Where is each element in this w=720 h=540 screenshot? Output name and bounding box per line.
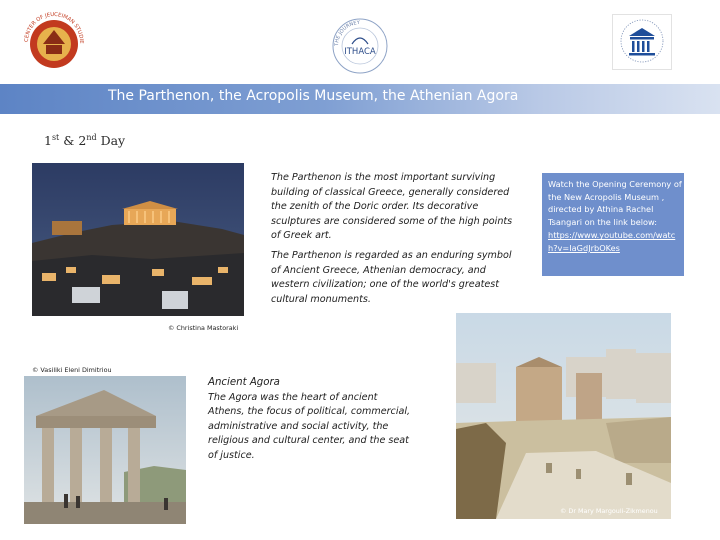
ithaca-logo: THE JOURNEY ITHACA: [330, 14, 390, 78]
parthenon-photo: [32, 163, 244, 316]
agora-body: The Agora was the heart of ancient Athen…: [208, 391, 411, 461]
agora-photo-credit: © Dr Mary Margouli-Zikmenou: [560, 507, 658, 515]
parthenon-description: The Parthenon is the most important surv…: [271, 171, 519, 307]
parthenon-paragraph-2: The Parthenon is regarded as an enduring…: [271, 249, 512, 305]
agora-description: Ancient Agora The Agora was the heart of…: [208, 376, 413, 464]
gate-of-athena-photo: [24, 376, 186, 524]
agora-heading: Ancient Agora: [208, 377, 280, 388]
youtube-link[interactable]: https://www.youtube.com/watch?v=IaGdJrbO…: [548, 229, 682, 254]
center-logo: CENTER OF JEUCEIMAN STUDIES: [18, 6, 88, 72]
page-title: The Parthenon, the Acropolis Museum, the…: [108, 88, 519, 104]
day-label: 1st & 2nd Day: [44, 133, 126, 149]
gate-photo-credit: © Vasiliki Eleni Dimitriou: [32, 366, 112, 374]
parthenon-paragraph-1: The Parthenon is the most important surv…: [271, 172, 513, 242]
video-callout-description: Watch the Opening Ceremony of the New Ac…: [548, 179, 682, 227]
agora-photo: [456, 313, 671, 519]
ithaca-logo-text: ITHACA: [344, 47, 376, 57]
video-callout-text: Watch the Opening Ceremony of the New Ac…: [548, 178, 682, 255]
unesco-logo: [612, 14, 672, 70]
parthenon-photo-credit: © Christina Mastoraki: [168, 324, 239, 332]
